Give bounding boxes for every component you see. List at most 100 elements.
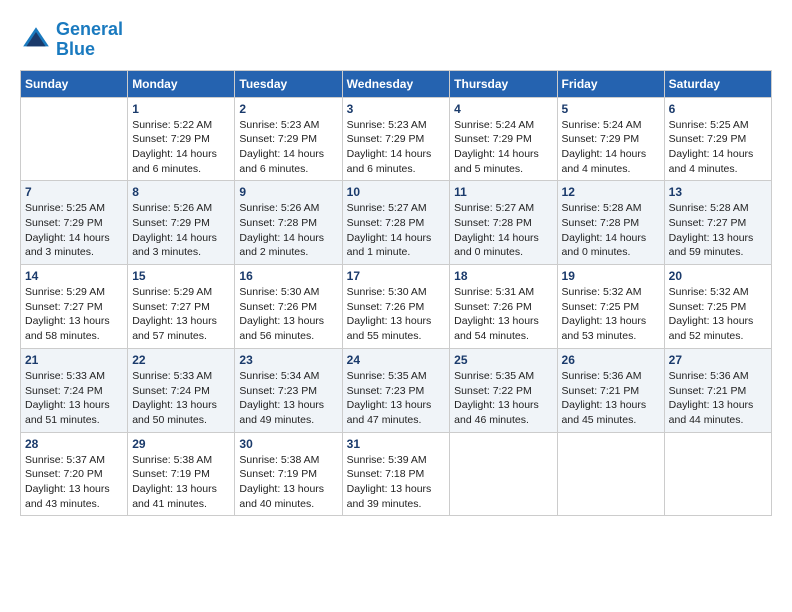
calendar-cell: 22 Sunrise: 5:33 AM Sunset: 7:24 PM Dayli… [128, 348, 235, 432]
day-info: Sunrise: 5:33 AM Sunset: 7:24 PM Dayligh… [132, 369, 230, 428]
day-info: Sunrise: 5:29 AM Sunset: 7:27 PM Dayligh… [132, 285, 230, 344]
day-info: Sunrise: 5:23 AM Sunset: 7:29 PM Dayligh… [239, 118, 337, 177]
logo: General Blue [20, 20, 123, 60]
calendar-cell [557, 432, 664, 516]
day-number: 10 [347, 185, 446, 199]
day-number: 12 [562, 185, 660, 199]
day-number: 16 [239, 269, 337, 283]
day-number: 30 [239, 437, 337, 451]
calendar-cell: 25 Sunrise: 5:35 AM Sunset: 7:22 PM Dayli… [450, 348, 557, 432]
day-info: Sunrise: 5:32 AM Sunset: 7:25 PM Dayligh… [669, 285, 767, 344]
day-info: Sunrise: 5:25 AM Sunset: 7:29 PM Dayligh… [669, 118, 767, 177]
day-number: 23 [239, 353, 337, 367]
calendar-cell: 8 Sunrise: 5:26 AM Sunset: 7:29 PM Daylig… [128, 181, 235, 265]
day-number: 7 [25, 185, 123, 199]
day-info: Sunrise: 5:27 AM Sunset: 7:28 PM Dayligh… [347, 201, 446, 260]
weekday-header: Friday [557, 70, 664, 97]
day-number: 26 [562, 353, 660, 367]
day-info: Sunrise: 5:30 AM Sunset: 7:26 PM Dayligh… [239, 285, 337, 344]
day-number: 9 [239, 185, 337, 199]
day-info: Sunrise: 5:38 AM Sunset: 7:19 PM Dayligh… [239, 453, 337, 512]
calendar-cell: 28 Sunrise: 5:37 AM Sunset: 7:20 PM Dayli… [21, 432, 128, 516]
calendar-cell: 27Sunrise: 5:36 AM Sunset: 7:21 PM Dayli… [664, 348, 771, 432]
calendar-cell: 26 Sunrise: 5:36 AM Sunset: 7:21 PM Dayli… [557, 348, 664, 432]
calendar-cell: 31 Sunrise: 5:39 AM Sunset: 7:18 PM Dayli… [342, 432, 450, 516]
calendar-cell: 11 Sunrise: 5:27 AM Sunset: 7:28 PM Dayli… [450, 181, 557, 265]
calendar-cell: 7Sunrise: 5:25 AM Sunset: 7:29 PM Daylig… [21, 181, 128, 265]
day-number: 27 [669, 353, 767, 367]
weekday-header: Saturday [664, 70, 771, 97]
calendar-cell: 13 Sunrise: 5:28 AM Sunset: 7:27 PM Dayli… [664, 181, 771, 265]
day-number: 31 [347, 437, 446, 451]
weekday-header: Sunday [21, 70, 128, 97]
day-info: Sunrise: 5:28 AM Sunset: 7:28 PM Dayligh… [562, 201, 660, 260]
day-number: 8 [132, 185, 230, 199]
calendar-table: SundayMondayTuesdayWednesdayThursdayFrid… [20, 70, 772, 517]
day-number: 22 [132, 353, 230, 367]
calendar-cell: 30 Sunrise: 5:38 AM Sunset: 7:19 PM Dayli… [235, 432, 342, 516]
day-number: 21 [25, 353, 123, 367]
day-info: Sunrise: 5:34 AM Sunset: 7:23 PM Dayligh… [239, 369, 337, 428]
day-number: 24 [347, 353, 446, 367]
day-info: Sunrise: 5:28 AM Sunset: 7:27 PM Dayligh… [669, 201, 767, 260]
calendar-cell: 23 Sunrise: 5:34 AM Sunset: 7:23 PM Dayli… [235, 348, 342, 432]
calendar-cell: 16 Sunrise: 5:30 AM Sunset: 7:26 PM Dayli… [235, 265, 342, 349]
weekday-header: Wednesday [342, 70, 450, 97]
day-info: Sunrise: 5:22 AM Sunset: 7:29 PM Dayligh… [132, 118, 230, 177]
logo-icon [20, 24, 52, 56]
day-info: Sunrise: 5:30 AM Sunset: 7:26 PM Dayligh… [347, 285, 446, 344]
day-info: Sunrise: 5:37 AM Sunset: 7:20 PM Dayligh… [25, 453, 123, 512]
calendar-cell: 3 Sunrise: 5:23 AM Sunset: 7:29 PM Daylig… [342, 97, 450, 181]
day-info: Sunrise: 5:23 AM Sunset: 7:29 PM Dayligh… [347, 118, 446, 177]
day-info: Sunrise: 5:35 AM Sunset: 7:22 PM Dayligh… [454, 369, 552, 428]
calendar-cell: 19Sunrise: 5:32 AM Sunset: 7:25 PM Dayli… [557, 265, 664, 349]
logo-text: General Blue [56, 20, 123, 60]
day-info: Sunrise: 5:27 AM Sunset: 7:28 PM Dayligh… [454, 201, 552, 260]
day-info: Sunrise: 5:31 AM Sunset: 7:26 PM Dayligh… [454, 285, 552, 344]
day-info: Sunrise: 5:29 AM Sunset: 7:27 PM Dayligh… [25, 285, 123, 344]
day-number: 2 [239, 102, 337, 116]
day-info: Sunrise: 5:35 AM Sunset: 7:23 PM Dayligh… [347, 369, 446, 428]
calendar-header: SundayMondayTuesdayWednesdayThursdayFrid… [21, 70, 772, 97]
day-number: 13 [669, 185, 767, 199]
day-info: Sunrise: 5:36 AM Sunset: 7:21 PM Dayligh… [562, 369, 660, 428]
day-info: Sunrise: 5:24 AM Sunset: 7:29 PM Dayligh… [562, 118, 660, 177]
day-number: 6 [669, 102, 767, 116]
calendar-cell: 18Sunrise: 5:31 AM Sunset: 7:26 PM Dayli… [450, 265, 557, 349]
page-header: General Blue [20, 20, 772, 60]
day-number: 29 [132, 437, 230, 451]
day-number: 19 [562, 269, 660, 283]
calendar-cell: 15 Sunrise: 5:29 AM Sunset: 7:27 PM Dayli… [128, 265, 235, 349]
calendar-cell: 1 Sunrise: 5:22 AM Sunset: 7:29 PM Daylig… [128, 97, 235, 181]
calendar-cell: 17 Sunrise: 5:30 AM Sunset: 7:26 PM Dayli… [342, 265, 450, 349]
calendar-cell: 21 Sunrise: 5:33 AM Sunset: 7:24 PM Dayli… [21, 348, 128, 432]
calendar-cell: 9 Sunrise: 5:26 AM Sunset: 7:28 PM Daylig… [235, 181, 342, 265]
day-number: 17 [347, 269, 446, 283]
calendar-cell [450, 432, 557, 516]
day-number: 28 [25, 437, 123, 451]
weekday-header: Thursday [450, 70, 557, 97]
calendar-cell [21, 97, 128, 181]
day-number: 11 [454, 185, 552, 199]
calendar-cell: 29Sunrise: 5:38 AM Sunset: 7:19 PM Dayli… [128, 432, 235, 516]
day-info: Sunrise: 5:26 AM Sunset: 7:28 PM Dayligh… [239, 201, 337, 260]
calendar-cell: 20 Sunrise: 5:32 AM Sunset: 7:25 PM Dayli… [664, 265, 771, 349]
day-number: 1 [132, 102, 230, 116]
day-number: 15 [132, 269, 230, 283]
day-info: Sunrise: 5:39 AM Sunset: 7:18 PM Dayligh… [347, 453, 446, 512]
weekday-header: Tuesday [235, 70, 342, 97]
day-number: 20 [669, 269, 767, 283]
weekday-header: Monday [128, 70, 235, 97]
calendar-cell: 24 Sunrise: 5:35 AM Sunset: 7:23 PM Dayli… [342, 348, 450, 432]
calendar-cell: 4Sunrise: 5:24 AM Sunset: 7:29 PM Daylig… [450, 97, 557, 181]
day-info: Sunrise: 5:26 AM Sunset: 7:29 PM Dayligh… [132, 201, 230, 260]
day-number: 3 [347, 102, 446, 116]
calendar-cell [664, 432, 771, 516]
calendar-cell: 2 Sunrise: 5:23 AM Sunset: 7:29 PM Daylig… [235, 97, 342, 181]
day-number: 25 [454, 353, 552, 367]
day-info: Sunrise: 5:33 AM Sunset: 7:24 PM Dayligh… [25, 369, 123, 428]
calendar-cell: 5 Sunrise: 5:24 AM Sunset: 7:29 PM Daylig… [557, 97, 664, 181]
calendar-cell: 12 Sunrise: 5:28 AM Sunset: 7:28 PM Dayli… [557, 181, 664, 265]
day-number: 5 [562, 102, 660, 116]
calendar-cell: 14Sunrise: 5:29 AM Sunset: 7:27 PM Dayli… [21, 265, 128, 349]
